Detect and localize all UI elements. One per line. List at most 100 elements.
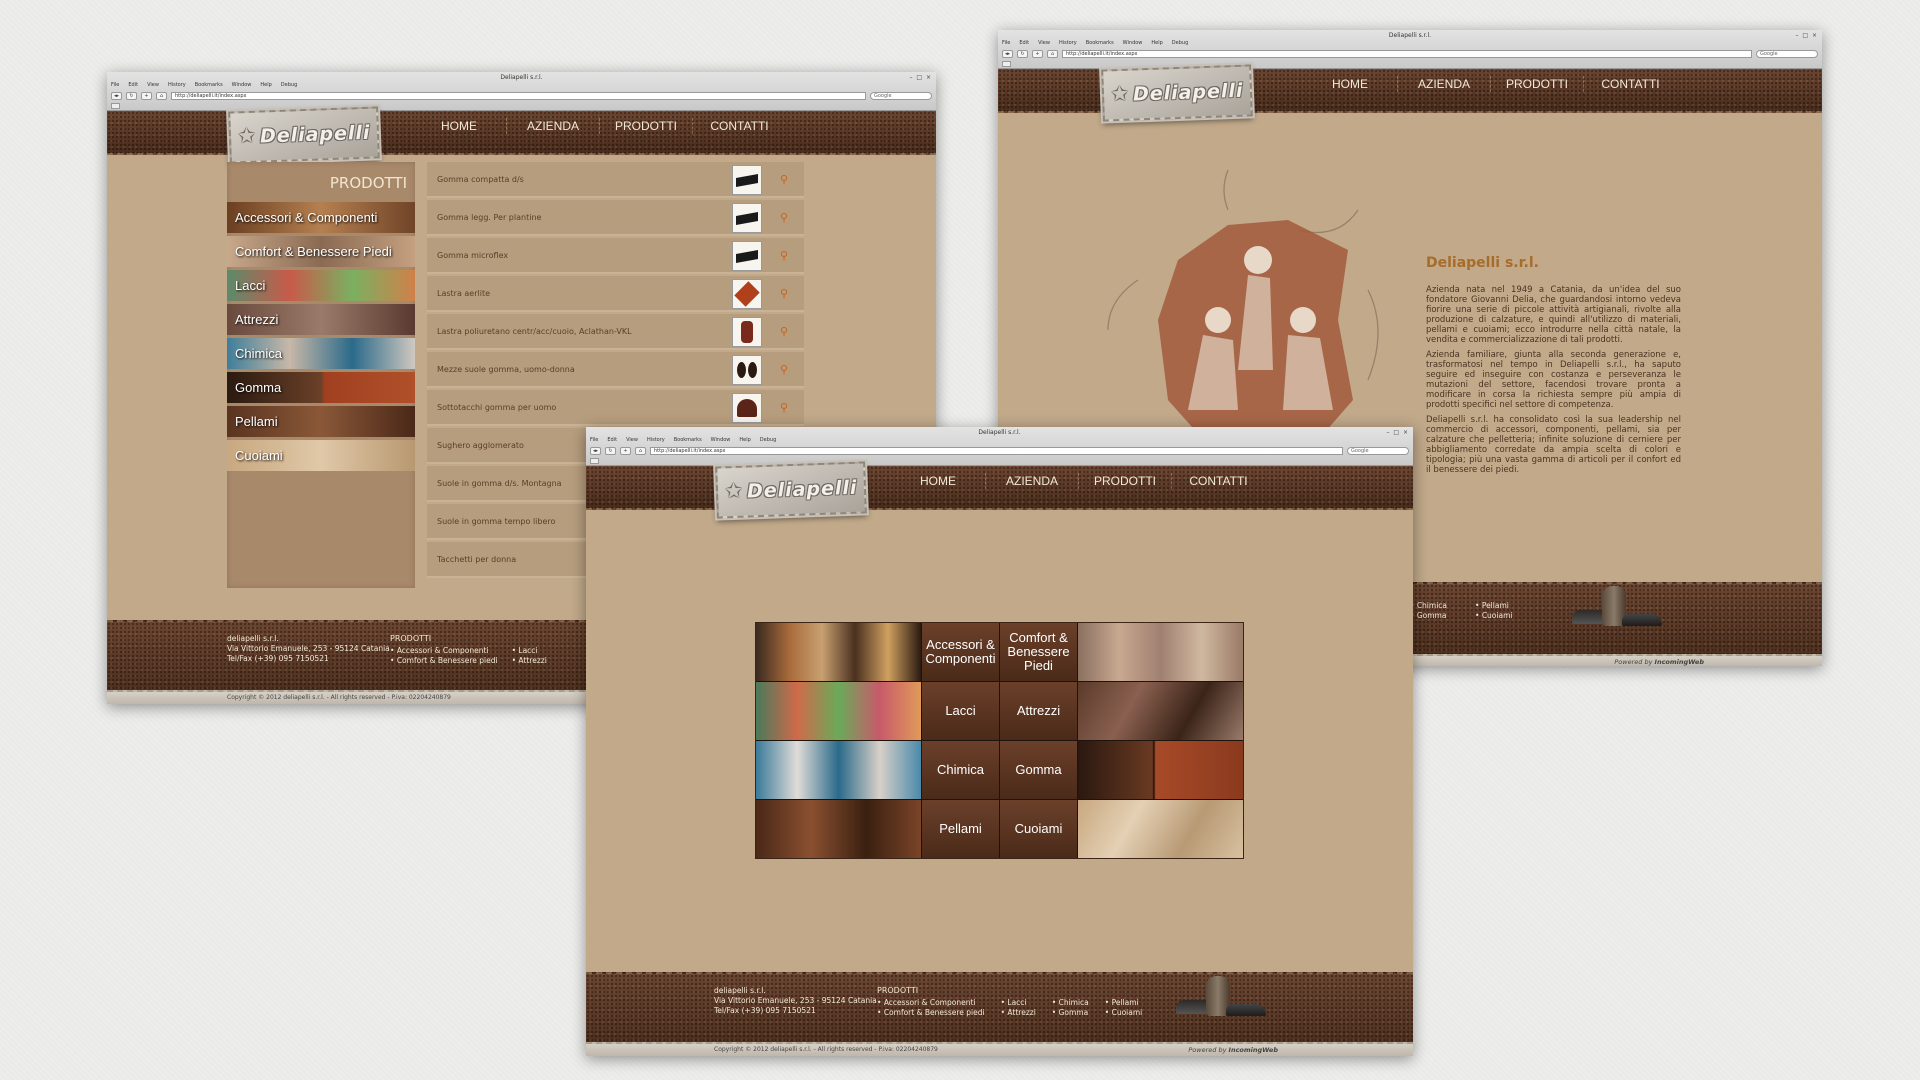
footer-link[interactable]: Chimica xyxy=(1052,998,1089,1008)
footer-link[interactable]: Comfort & Benessere piedi xyxy=(390,656,498,666)
menu-history[interactable]: History xyxy=(647,437,665,443)
nav-azienda[interactable]: AZIENDA xyxy=(507,118,600,134)
menu-view[interactable]: View xyxy=(626,437,638,443)
category-cuoiami[interactable]: Cuoiami xyxy=(227,440,415,471)
menu-file[interactable]: File xyxy=(1002,40,1010,46)
category-button-accessori[interactable]: Accessori & Componenti xyxy=(922,623,999,681)
menu-help[interactable]: Help xyxy=(1151,40,1162,46)
category-button-gomma[interactable]: Gomma xyxy=(1000,741,1077,799)
menu-debug[interactable]: Debug xyxy=(281,82,297,88)
home-button[interactable]: ⌂ xyxy=(1047,50,1058,58)
url-bar[interactable]: http://deliapelli.it/index.aspx xyxy=(1062,50,1752,58)
add-button[interactable]: + xyxy=(141,92,152,100)
add-button[interactable]: + xyxy=(620,447,631,455)
menu-view[interactable]: View xyxy=(1038,40,1050,46)
menu-file[interactable]: File xyxy=(111,82,119,88)
nav-azienda[interactable]: AZIENDA xyxy=(986,473,1079,489)
menu-bookmarks[interactable]: Bookmarks xyxy=(1086,40,1114,46)
category-accessori[interactable]: Accessori & Componenti xyxy=(227,202,415,233)
zoom-icon[interactable]: ⚲ xyxy=(780,162,788,198)
footer-link[interactable]: Attrezzi xyxy=(512,656,546,666)
menu-edit[interactable]: Edit xyxy=(128,82,138,88)
menu-window[interactable]: Window xyxy=(1123,40,1143,46)
footer-link[interactable]: Pellami xyxy=(1105,998,1142,1008)
category-attrezzi[interactable]: Attrezzi xyxy=(227,304,415,335)
home-button[interactable]: ⌂ xyxy=(635,447,646,455)
footer-link[interactable]: Accessori & Componenti xyxy=(877,998,985,1008)
footer-link[interactable]: Chimica xyxy=(1410,601,1447,611)
bookmarks-icon[interactable] xyxy=(590,458,599,464)
footer-link[interactable]: Cuoiami xyxy=(1475,611,1513,621)
zoom-icon[interactable]: ⚲ xyxy=(780,314,788,350)
product-row[interactable]: Gomma legg. Per plantine ⚲ xyxy=(427,200,804,236)
footer-link[interactable]: Lacci xyxy=(1001,998,1036,1008)
product-thumbnail[interactable] xyxy=(732,241,762,271)
category-button-pellami[interactable]: Pellami xyxy=(922,800,999,858)
product-row[interactable]: Mezze suole gomma, uomo-donna ⚲ xyxy=(427,352,804,388)
bookmarks-icon[interactable] xyxy=(111,103,120,109)
footer-link[interactable]: Attrezzi xyxy=(1001,1008,1035,1018)
category-image-lacci[interactable] xyxy=(756,682,921,740)
window-controls[interactable]: – □ × xyxy=(909,74,932,81)
menu-edit[interactable]: Edit xyxy=(1019,40,1029,46)
category-button-chimica[interactable]: Chimica xyxy=(922,741,999,799)
product-row[interactable]: Lastra aerlite ⚲ xyxy=(427,276,804,312)
category-button-lacci[interactable]: Lacci xyxy=(922,682,999,740)
product-row[interactable]: Gomma microflex ⚲ xyxy=(427,238,804,274)
back-button[interactable]: ◂▸ xyxy=(1002,50,1013,58)
nav-contatti[interactable]: CONTATTI xyxy=(1172,473,1265,489)
category-image-attrezzi[interactable] xyxy=(1078,682,1243,740)
footer-link[interactable]: Lacci xyxy=(512,646,547,656)
window-controls[interactable]: – □ × xyxy=(1386,429,1409,436)
product-row[interactable]: Gomma compatta d/s ⚲ xyxy=(427,162,804,198)
footer-link[interactable]: Gomma xyxy=(1052,1008,1089,1018)
menu-window[interactable]: Window xyxy=(711,437,731,443)
menu-history[interactable]: History xyxy=(1059,40,1077,46)
menu-bookmarks[interactable]: Bookmarks xyxy=(195,82,223,88)
product-thumbnail[interactable] xyxy=(732,279,762,309)
site-logo[interactable]: ✩ Deliapelli xyxy=(1099,62,1255,124)
menu-view[interactable]: View xyxy=(147,82,159,88)
category-lacci[interactable]: Lacci xyxy=(227,270,415,301)
window-controls[interactable]: – □ × xyxy=(1795,32,1818,39)
nav-home[interactable]: HOME xyxy=(412,118,507,134)
category-image-gomma[interactable] xyxy=(1078,741,1243,799)
menu-edit[interactable]: Edit xyxy=(607,437,617,443)
reload-button[interactable]: ↻ xyxy=(126,92,137,100)
nav-home[interactable]: HOME xyxy=(1303,76,1398,92)
product-row[interactable]: Sottotacchi gomma per uomo ⚲ xyxy=(427,390,804,426)
category-button-comfort[interactable]: Comfort & Benessere Piedi xyxy=(1000,623,1077,681)
zoom-icon[interactable]: ⚲ xyxy=(780,276,788,312)
reload-button[interactable]: ↻ xyxy=(1017,50,1028,58)
product-thumbnail[interactable] xyxy=(732,355,762,385)
menu-help[interactable]: Help xyxy=(260,82,271,88)
site-logo[interactable]: ✩ Deliapelli xyxy=(713,459,869,521)
menu-debug[interactable]: Debug xyxy=(760,437,776,443)
footer-link[interactable]: Comfort & Benessere piedi xyxy=(877,1008,985,1018)
menu-file[interactable]: File xyxy=(590,437,598,443)
menu-debug[interactable]: Debug xyxy=(1172,40,1188,46)
category-pellami[interactable]: Pellami xyxy=(227,406,415,437)
menu-window[interactable]: Window xyxy=(232,82,252,88)
url-bar[interactable]: http://deliapelli.it/index.aspx xyxy=(650,447,1343,455)
product-thumbnail[interactable] xyxy=(732,317,762,347)
site-logo[interactable]: ✩ Deliapelli xyxy=(226,104,382,166)
product-thumbnail[interactable] xyxy=(732,165,762,195)
menu-history[interactable]: History xyxy=(168,82,186,88)
category-image-cuoiami[interactable] xyxy=(1078,800,1243,858)
zoom-icon[interactable]: ⚲ xyxy=(780,238,788,274)
category-image-chimica[interactable] xyxy=(756,741,921,799)
search-field[interactable]: Google xyxy=(870,92,932,100)
footer-link[interactable]: Gomma xyxy=(1410,611,1447,621)
product-thumbnail[interactable] xyxy=(732,203,762,233)
category-button-attrezzi[interactable]: Attrezzi xyxy=(1000,682,1077,740)
search-field[interactable]: Google xyxy=(1347,447,1409,455)
nav-azienda[interactable]: AZIENDA xyxy=(1398,76,1491,92)
category-comfort[interactable]: Comfort & Benessere Piedi xyxy=(227,236,415,267)
category-image-accessori[interactable] xyxy=(756,623,921,681)
menu-help[interactable]: Help xyxy=(739,437,750,443)
url-bar[interactable]: http://deliapelli.it/index.aspx xyxy=(171,92,866,100)
add-button[interactable]: + xyxy=(1032,50,1043,58)
nav-prodotti[interactable]: PRODOTTI xyxy=(1491,76,1584,92)
reload-button[interactable]: ↻ xyxy=(605,447,616,455)
